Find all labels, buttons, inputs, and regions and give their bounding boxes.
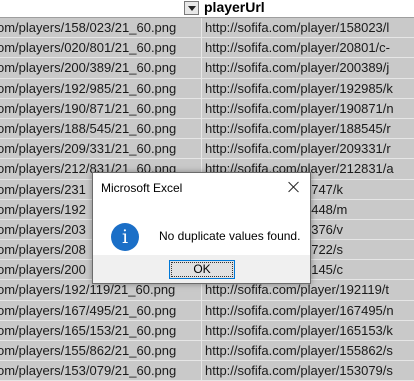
cell-text: om/players/190/871/21_60.png [0, 100, 177, 116]
table-row[interactable]: om/players/190/871/21_60.png http://sofif… [0, 98, 414, 119]
cell-text: om/players/192/985/21_60.png [0, 80, 177, 96]
info-icon: i [111, 223, 139, 251]
cell-player-url[interactable]: http://sofifa.com/player/192985/k [201, 78, 414, 98]
cell-image-path[interactable]: om/players/188/545/21_60.png [0, 119, 199, 138]
table-row[interactable]: om/players/158/023/21_60.png http://sofif… [0, 18, 414, 39]
cell-text: om/players/167/495/21_60.png [0, 302, 177, 318]
cell-player-url[interactable]: http://sofifa.com/player/155862/s [201, 341, 414, 361]
filter-dropdown-button[interactable] [184, 1, 199, 15]
dialog-message: No duplicate values found. [159, 229, 301, 243]
cell-image-path[interactable]: om/players/200/389/21_60.png [0, 58, 199, 77]
ok-button[interactable]: OK [169, 260, 235, 279]
cell-text: om/players/200/389/21_60.png [0, 60, 177, 76]
cell-image-path[interactable]: om/players/209/331/21_60.png [0, 139, 199, 158]
message-dialog: Microsoft Excel i No duplicate values fo… [92, 172, 311, 284]
cell-text: om/players/200 [0, 262, 86, 278]
cell-image-path[interactable]: om/players/020/801/21_60.png [0, 38, 199, 57]
table-row[interactable]: om/players/188/545/21_60.png http://sofif… [0, 118, 414, 140]
cell-player-url[interactable]: http://sofifa.com/player/167495/n [201, 300, 414, 320]
cell-image-path[interactable]: om/players/153/079/21_60.png [0, 361, 199, 380]
table-row[interactable]: om/players/155/862/21_60.png http://sofif… [0, 341, 414, 362]
table-row[interactable]: om/players/167/495/21_60.png http://sofif… [0, 300, 414, 321]
cell-image-path[interactable]: om/players/190/871/21_60.png [0, 99, 199, 118]
cell-text: om/players/203 [0, 221, 86, 237]
cell-player-url[interactable]: http://sofifa.com/player/190871/n [201, 98, 414, 118]
cell-player-url[interactable]: http://sofifa.com/player/20801/c- [201, 38, 414, 58]
cell-image-path[interactable]: om/players/155/862/21_60.png [0, 341, 199, 360]
cell-player-url[interactable]: http://sofifa.com/player/153079/s [201, 361, 414, 381]
table-row[interactable]: om/players/209/331/21_60.png http://sofif… [0, 139, 414, 160]
cell-text: om/players/192 [0, 201, 86, 217]
cell-text: om/players/231 [0, 181, 86, 197]
table-row[interactable]: om/players/153/079/21_60.png http://sofif… [0, 361, 414, 381]
cell-image-path[interactable]: om/players/192/985/21_60.png [0, 79, 199, 98]
cell-text: om/players/208 [0, 242, 86, 258]
cell-player-url[interactable]: http://sofifa.com/player/188545/r [201, 118, 414, 139]
cell-text: om/players/155/862/21_60.png [0, 343, 177, 358]
cell-player-url[interactable]: http://sofifa.com/player/209331/r [201, 139, 414, 159]
cell-text: om/players/153/079/21_60.png [0, 363, 177, 379]
cell-image-path[interactable]: om/players/165/153/21_60.png [0, 321, 199, 340]
cell-text: om/players/020/801/21_60.png [0, 40, 177, 56]
column-header-playerurl[interactable]: playerUrl [204, 0, 265, 15]
cell-image-path[interactable]: om/players/167/495/21_60.png [0, 301, 199, 320]
table-row[interactable]: om/players/020/801/21_60.png http://sofif… [0, 38, 414, 59]
cell-text: om/players/188/545/21_60.png [0, 120, 177, 136]
cell-player-url[interactable]: http://sofifa.com/player/158023/l [201, 18, 414, 38]
column-header-row: playerUrl [0, 0, 414, 18]
cell-text: om/players/158/023/21_60.png [0, 20, 177, 35]
cell-player-url[interactable]: http://sofifa.com/player/165153/k [201, 320, 414, 340]
cell-text: om/players/165/153/21_60.png [0, 322, 177, 338]
close-icon[interactable] [286, 179, 302, 195]
cell-player-url[interactable]: http://sofifa.com/player/200389/j [201, 58, 414, 78]
cell-text: om/players/192/119/21_60.png [0, 282, 176, 298]
dialog-title: Microsoft Excel [101, 181, 183, 195]
cell-text: om/players/209/331/21_60.png [0, 141, 177, 157]
dialog-titlebar[interactable]: Microsoft Excel [93, 173, 310, 203]
table-row[interactable]: om/players/165/153/21_60.png http://sofif… [0, 320, 414, 341]
table-row[interactable]: om/players/200/389/21_60.png http://sofif… [0, 58, 414, 79]
table-row[interactable]: om/players/192/985/21_60.png http://sofif… [0, 78, 414, 99]
cell-image-path[interactable]: om/players/158/023/21_60.png [0, 18, 199, 37]
